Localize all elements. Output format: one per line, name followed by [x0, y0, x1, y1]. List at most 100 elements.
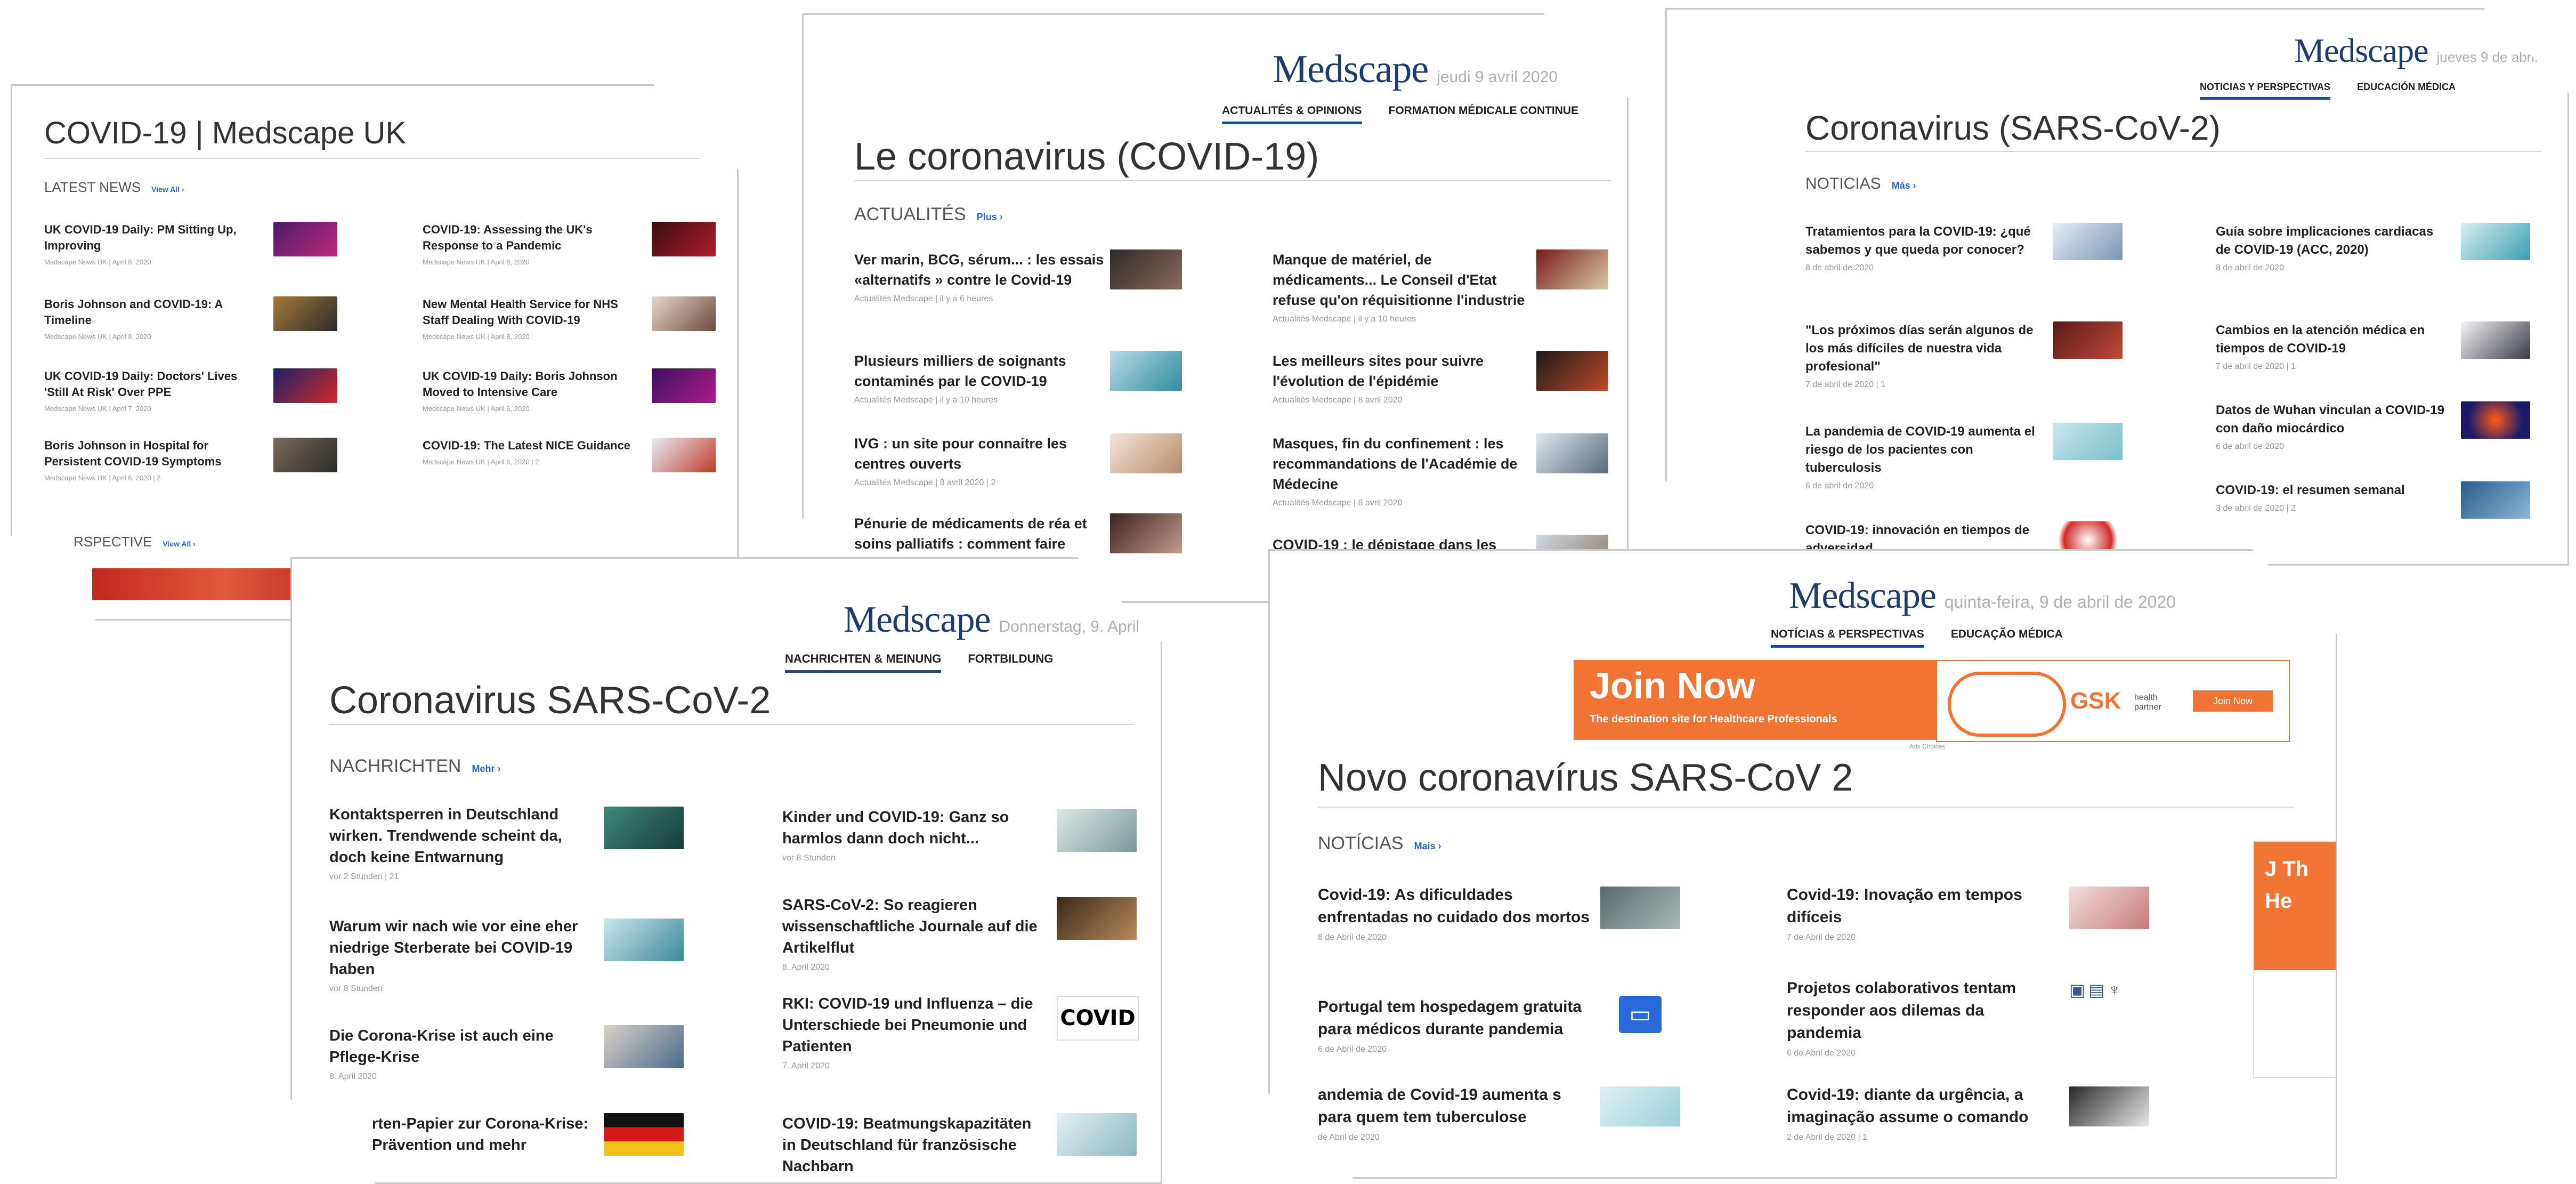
news-title[interactable]: Les meilleurs sites pour suivre l'évolut… — [1273, 351, 1528, 391]
news-thumbnail[interactable] — [2069, 887, 2149, 929]
news-title[interactable]: COVID-19: Beatmungskapazitäten in Deutsc… — [782, 1113, 1038, 1177]
german-flag-thumbnail[interactable] — [604, 1113, 684, 1156]
news-title[interactable]: Manque de matériel, de médicaments... Le… — [1273, 249, 1528, 310]
news-item[interactable]: Guía sobre implicaciones cardiacas de CO… — [2216, 223, 2450, 273]
news-thumbnail[interactable] — [273, 438, 337, 472]
news-title[interactable]: Ver marin, BCG, sérum... : les essais «a… — [854, 249, 1105, 290]
news-title[interactable]: Covid-19: As dificuldades enfrentadas no… — [1318, 884, 1595, 929]
news-item[interactable]: COVID-19: Assessing the UK's Response to… — [423, 222, 641, 266]
news-thumbnail[interactable] — [652, 296, 716, 331]
news-item[interactable]: Plusieurs milliers de soignants contamin… — [854, 351, 1105, 405]
tab-noticias[interactable]: NOTICIAS Y PERSPECTIVAS — [2200, 82, 2330, 100]
news-title[interactable]: Portugal tem hospedagem gratuita para mé… — [1318, 996, 1595, 1041]
news-item[interactable]: La pandemia de COVID-19 aumenta el riesg… — [1805, 423, 2045, 491]
news-item[interactable]: Warum wir nach wie vor eine eher niedrig… — [329, 916, 596, 994]
news-thumbnail[interactable] — [1536, 249, 1608, 289]
tab-nachrichten[interactable]: NACHRICHTEN & MEINUNG — [785, 652, 941, 673]
news-thumbnail[interactable] — [1110, 351, 1182, 391]
news-item[interactable]: COVID-19: The Latest NICE Guidance Medsca… — [423, 438, 641, 466]
collaboration-icons[interactable]: ▣▤♆ — [2069, 980, 2149, 1012]
news-title[interactable]: Kinder und COVID-19: Ganz so harmlos dan… — [782, 807, 1033, 849]
news-title[interactable]: La pandemia de COVID-19 aumenta el riesg… — [1805, 423, 2045, 477]
news-title[interactable]: Plusieurs milliers de soignants contamin… — [854, 351, 1105, 391]
side-ad-banner[interactable]: J Th He — [2253, 841, 2337, 1078]
news-thumbnail[interactable] — [1110, 249, 1182, 289]
news-title[interactable]: Covid-19: Inovação em tempos difíceis — [1787, 884, 2053, 929]
join-now-ad-banner[interactable]: Join Now The destination site for Health… — [1574, 660, 2288, 740]
news-item[interactable]: UK COVID-19 Daily: Boris Johnson Moved t… — [423, 368, 641, 413]
news-title[interactable]: Projetos colaborativos tentam responder … — [1787, 977, 2053, 1044]
news-item[interactable]: Die Corona-Krise ist auch eine Pflege-Kr… — [329, 1025, 585, 1082]
news-thumbnail[interactable] — [273, 222, 337, 256]
ad-join-button[interactable]: Join Now — [2193, 690, 2273, 712]
news-title[interactable]: Warum wir nach wie vor eine eher niedrig… — [329, 916, 596, 980]
news-item[interactable]: Les meilleurs sites pour suivre l'évolut… — [1273, 351, 1528, 405]
tab-formation[interactable]: FORMATION MÉDICALE CONTINUE — [1389, 104, 1579, 124]
news-item[interactable]: New Mental Health Service for NHS Staff … — [423, 296, 641, 341]
news-item[interactable]: UK COVID-19 Daily: Doctors' Lives 'Still… — [44, 368, 263, 413]
news-thumbnail[interactable] — [1600, 1086, 1680, 1126]
news-title[interactable]: Covid-19: diante da urgência, a imaginaç… — [1787, 1084, 2064, 1129]
tab-educacao[interactable]: EDUCAÇÃO MÉDICA — [1951, 628, 2063, 648]
news-title[interactable]: Tratamientos para la COVID-19: ¿qué sabe… — [1805, 223, 2045, 259]
news-title[interactable]: UK COVID-19 Daily: Doctors' Lives 'Still… — [44, 368, 263, 400]
news-item[interactable]: Kinder und COVID-19: Ganz so harmlos dan… — [782, 807, 1033, 863]
news-thumbnail[interactable] — [2053, 321, 2123, 359]
news-thumbnail[interactable] — [1057, 809, 1137, 852]
news-thumbnail[interactable]: COVID — [1057, 996, 1139, 1041]
news-thumbnail[interactable] — [604, 1025, 684, 1068]
news-item[interactable]: Covid-19: Inovação em tempos difíceis 7 d… — [1787, 884, 2053, 943]
news-thumbnail[interactable] — [2053, 223, 2123, 260]
news-item[interactable]: Ver marin, BCG, sérum... : les essais «a… — [854, 249, 1105, 304]
ads-choices-note[interactable]: Ads Choices — [1909, 743, 1945, 750]
news-item[interactable]: Manque de matériel, de médicaments... Le… — [1273, 249, 1528, 324]
news-thumbnail[interactable] — [2461, 481, 2530, 519]
news-thumbnail[interactable] — [273, 368, 337, 403]
news-item[interactable]: Tratamientos para la COVID-19: ¿qué sabe… — [1805, 223, 2045, 273]
medscape-logo[interactable]: Medscape — [1273, 47, 1428, 92]
news-title[interactable]: Boris Johnson in Hospital for Persistent… — [44, 438, 263, 470]
news-thumbnail[interactable] — [2461, 223, 2530, 260]
news-title[interactable]: Datos de Wuhan vinculan a COVID-19 con d… — [2216, 401, 2450, 438]
news-thumbnail[interactable] — [2461, 401, 2530, 439]
news-title[interactable]: COVID-19: el resumen semanal — [2216, 481, 2450, 500]
news-thumbnail[interactable] — [1057, 1113, 1137, 1156]
news-thumbnail[interactable] — [604, 919, 684, 961]
news-thumbnail[interactable] — [1110, 433, 1182, 473]
news-title[interactable]: New Mental Health Service for NHS Staff … — [423, 296, 641, 328]
news-thumbnail[interactable] — [1110, 513, 1182, 553]
news-title[interactable]: COVID-19: The Latest NICE Guidance — [423, 438, 641, 454]
news-title[interactable]: Masques, fin du confinement : les recomm… — [1273, 433, 1528, 494]
news-title[interactable]: "Los próximos días serán algunos de los … — [1805, 321, 2045, 376]
news-thumbnail[interactable] — [273, 296, 337, 331]
news-item[interactable]: IVG : un site pour connaitre les centres… — [854, 433, 1105, 488]
news-title[interactable]: Kontaktsperren in Deutschland wirken. Tr… — [329, 804, 585, 868]
news-thumbnail[interactable] — [2053, 423, 2123, 460]
news-item[interactable]: COVID-19: Beatmungskapazitäten in Deutsc… — [782, 1113, 1038, 1177]
news-thumbnail[interactable] — [652, 222, 716, 256]
tab-noticias[interactable]: NOTÍCIAS & PERSPECTIVAS — [1771, 628, 1924, 648]
news-thumbnail[interactable] — [1057, 897, 1137, 940]
news-item[interactable]: Boris Johnson in Hospital for Persistent… — [44, 438, 263, 482]
tab-actualites[interactable]: ACTUALITÉS & OPINIONS — [1222, 104, 1362, 124]
news-thumbnail[interactable] — [2069, 1086, 2149, 1126]
news-thumbnail[interactable] — [1536, 433, 1608, 473]
more-link[interactable]: Plus › — [977, 212, 1003, 222]
tab-fortbildung[interactable]: FORTBILDUNG — [968, 652, 1053, 673]
medscape-logo[interactable]: Medscape — [1789, 575, 1936, 617]
news-item[interactable]: Pénurie de médicaments de réa et soins p… — [854, 513, 1105, 554]
more-link[interactable]: Más › — [1892, 180, 1916, 191]
news-item[interactable]: Datos de Wuhan vinculan a COVID-19 con d… — [2216, 401, 2450, 452]
medscape-logo[interactable]: Medscape — [2294, 31, 2428, 70]
news-title[interactable]: Cambios en la atención médica en tiempos… — [2216, 321, 2450, 358]
news-item[interactable]: Boris Johnson and COVID-19: A Timeline Me… — [44, 296, 263, 341]
news-title[interactable]: Boris Johnson and COVID-19: A Timeline — [44, 296, 263, 328]
news-item[interactable]: Projetos colaborativos tentam responder … — [1787, 977, 2053, 1058]
view-all-link[interactable]: View All › — [151, 185, 184, 194]
news-item[interactable]: Masques, fin du confinement : les recomm… — [1273, 433, 1528, 508]
news-item[interactable]: Cambios en la atención médica en tiempos… — [2216, 321, 2450, 372]
news-item[interactable]: Kontaktsperren in Deutschland wirken. Tr… — [329, 804, 585, 882]
news-title[interactable]: Die Corona-Krise ist auch eine Pflege-Kr… — [329, 1025, 585, 1068]
news-thumbnail[interactable] — [604, 807, 684, 849]
news-item[interactable]: andemia de Covid-19 aumenta s para quem … — [1318, 1084, 1595, 1142]
